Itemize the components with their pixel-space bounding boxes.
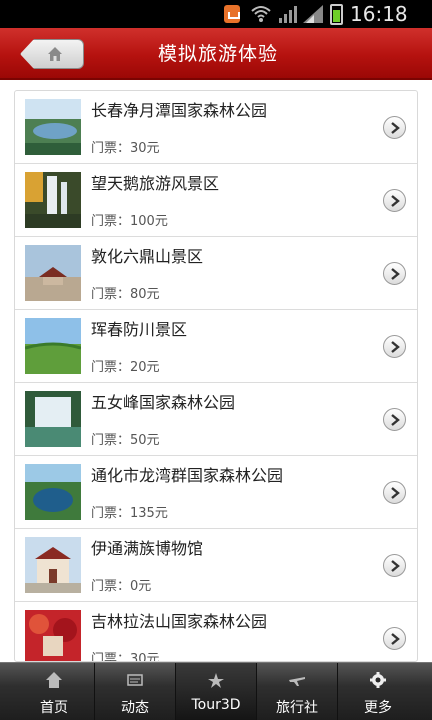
news-icon [127,674,143,686]
tab-label: Tour3D [191,697,241,713]
attraction-photo [25,391,81,447]
attraction-name: 长春净月潭国家森林公园 [91,101,268,120]
attraction-name: 珲春防川景区 [91,320,188,339]
tab-label: 动态 [121,700,149,716]
ticket-price: 门票：135元 [91,506,168,521]
list-item[interactable]: 通化市龙湾群国家森林公园 门票：135元 [15,456,417,529]
chevron-right-icon[interactable] [383,262,406,285]
attraction-list: 长春净月潭国家森林公园 门票：30元 望天鹅旅游风景区 门票：100元 敦化六鼎… [14,90,418,662]
gear-icon [370,672,386,688]
ticket-price: 门票：50元 [91,433,160,448]
ticket-price: 门票：100元 [91,214,168,229]
attraction-name: 五女峰国家森林公园 [91,393,236,412]
attraction-name: 敦化六鼎山景区 [91,247,204,266]
tab-home[interactable]: 首页 [14,663,95,720]
attraction-photo [25,537,81,593]
attraction-name: 望天鹅旅游风景区 [91,174,220,193]
chevron-right-icon[interactable] [383,627,406,650]
attraction-photo [25,318,81,374]
ticket-price: 门票：30元 [91,652,160,662]
chevron-right-icon[interactable] [383,481,406,504]
clock: 16:18 [350,2,408,26]
attraction-name: 通化市龙湾群国家森林公园 [91,466,284,485]
signal-icon [279,6,297,23]
title-bar: 模拟旅游体验 [0,28,432,80]
chevron-right-icon[interactable] [383,408,406,431]
chevron-right-icon[interactable] [383,189,406,212]
ticket-price: 门票：20元 [91,360,160,375]
signal-icon [303,5,323,23]
chevron-right-icon[interactable] [383,554,406,577]
battery-icon [330,4,343,25]
tab-travel-agency[interactable]: 旅行社 [257,663,338,720]
attraction-name: 伊通满族博物馆 [91,539,204,558]
attraction-photo [25,172,81,228]
attraction-photo [25,245,81,301]
tab-label: 首页 [40,700,68,716]
list-item[interactable]: 长春净月潭国家森林公园 门票：30元 [15,91,417,164]
tab-label: 更多 [364,700,392,716]
ticket-price: 门票：80元 [91,287,160,302]
attraction-photo [25,464,81,520]
notification-icon [224,5,240,23]
chevron-right-icon[interactable] [383,116,406,139]
list-item[interactable]: 吉林拉法山国家森林公园 门票：30元 [15,602,417,662]
list-item[interactable]: 珲春防川景区 门票：20元 [15,310,417,383]
ticket-price: 门票：30元 [91,141,160,156]
list-item[interactable]: 敦化六鼎山景区 门票：80元 [15,237,417,310]
attraction-photo [25,99,81,155]
tab-label: 旅行社 [276,700,318,716]
tab-news[interactable]: 动态 [95,663,176,720]
home-icon [46,672,62,688]
attraction-photo [25,610,81,661]
ticket-price: 门票：0元 [91,579,152,594]
status-bar: 16:18 [0,0,432,28]
chevron-right-icon[interactable] [383,335,406,358]
bottom-tab-bar: 首页 动态 Tour3D 旅行社 更多 [0,662,432,720]
tab-more[interactable]: 更多 [338,663,418,720]
tab-tour3d[interactable]: Tour3D [176,663,257,720]
list-item[interactable]: 望天鹅旅游风景区 门票：100元 [15,164,417,237]
list-item[interactable]: 五女峰国家森林公园 门票：50元 [15,383,417,456]
page-title: 模拟旅游体验 [157,43,278,65]
list-item[interactable]: 伊通满族博物馆 门票：0元 [15,529,417,602]
star-icon [208,673,224,688]
wifi-icon [251,6,271,22]
attraction-name: 吉林拉法山国家森林公园 [91,612,268,631]
plane-icon [289,677,305,686]
